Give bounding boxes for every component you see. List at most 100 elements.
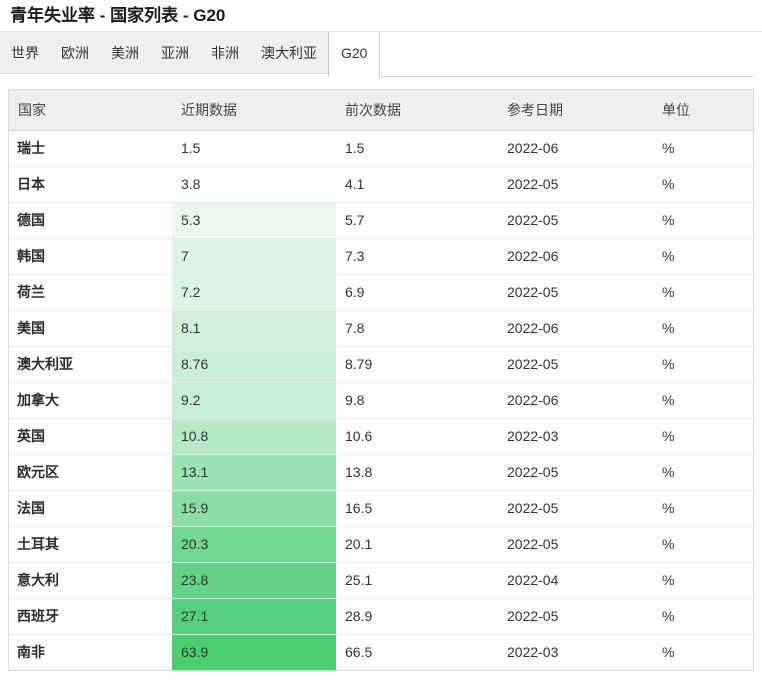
table-row: 荷兰 7.2 6.9 2022-05 % — [9, 273, 753, 310]
latest-value-cell: 1.5 — [181, 140, 201, 156]
previous-value-cell: 4.1 — [336, 165, 498, 202]
reference-date-cell: 2022-05 — [498, 345, 653, 382]
unit-cell: % — [653, 489, 753, 526]
unit-cell: % — [653, 597, 753, 634]
country-cell: 土耳其 — [9, 525, 172, 562]
column-header-unit: 单位 — [653, 90, 753, 131]
unit-cell: % — [653, 273, 753, 310]
previous-value-cell: 10.6 — [336, 417, 498, 454]
previous-value-cell: 25.1 — [336, 561, 498, 598]
unit-cell: % — [653, 525, 753, 562]
latest-value-cell: 7.2 — [172, 273, 336, 310]
previous-value-cell: 28.9 — [336, 597, 498, 634]
unit-cell: % — [653, 165, 753, 202]
previous-value-cell: 1.5 — [345, 140, 365, 156]
tab-g20[interactable]: G20 — [328, 32, 381, 77]
tab-africa[interactable]: 非洲 — [200, 32, 250, 73]
table-row: 澳大利亚 8.76 8.79 2022-05 % — [9, 345, 753, 382]
table-row: 南非 63.9 66.5 2022-03 % — [9, 633, 753, 670]
latest-value-cell: 10.8 — [172, 417, 336, 454]
reference-date-cell: 2022-03 — [498, 417, 653, 454]
tab-europe[interactable]: 欧洲 — [50, 32, 100, 73]
previous-value-cell: 7.3 — [336, 237, 498, 274]
column-header-date: 参考日期 — [498, 90, 653, 131]
unit-cell: % — [653, 633, 753, 670]
country-cell: 法国 — [9, 489, 172, 526]
previous-value-cell: 9.8 — [336, 381, 498, 418]
country-cell: 欧元区 — [9, 453, 172, 490]
unit-cell: % — [662, 140, 675, 156]
tab-bar-filler — [380, 32, 754, 77]
latest-value-cell: 27.1 — [172, 597, 336, 634]
tab-bar: 世界 欧洲 美洲 亚洲 非洲 澳大利亚 G20 — [0, 31, 762, 77]
reference-date-cell: 2022-05 — [498, 453, 653, 490]
column-header-previous: 前次数据 — [336, 90, 498, 131]
table-row: 西班牙 27.1 28.9 2022-05 % — [9, 597, 753, 634]
previous-value-cell: 66.5 — [336, 633, 498, 670]
tab-group: 世界 欧洲 美洲 亚洲 非洲 澳大利亚 — [0, 32, 328, 74]
table-row: 英国 10.8 10.6 2022-03 % — [9, 417, 753, 454]
reference-date-cell: 2022-06 — [507, 140, 559, 156]
latest-value-cell: 3.8 — [172, 165, 336, 202]
unit-cell: % — [653, 237, 753, 274]
country-cell: 美国 — [9, 309, 172, 346]
tab-americas[interactable]: 美洲 — [100, 32, 150, 73]
country-cell: 德国 — [9, 201, 172, 238]
reference-date-cell: 2022-05 — [498, 525, 653, 562]
reference-date-cell: 2022-04 — [498, 561, 653, 598]
column-header-country: 国家 — [9, 90, 172, 131]
table-row: 瑞士 1.5 1.5 2022-06 % — [9, 130, 753, 166]
country-cell: 加拿大 — [9, 381, 172, 418]
previous-value-cell: 8.79 — [336, 345, 498, 382]
country-cell: 南非 — [9, 633, 172, 670]
country-cell: 西班牙 — [9, 597, 172, 634]
table-row: 意大利 23.8 25.1 2022-04 % — [9, 561, 753, 598]
latest-value-cell: 8.1 — [172, 309, 336, 346]
reference-date-cell: 2022-06 — [498, 309, 653, 346]
table-body: 瑞士 1.5 1.5 2022-06 % 日本 3.8 4.1 2022-05 … — [9, 130, 753, 670]
reference-date-cell: 2022-05 — [498, 489, 653, 526]
previous-value-cell: 7.8 — [336, 309, 498, 346]
latest-value-cell: 13.1 — [172, 453, 336, 490]
previous-value-cell: 5.7 — [336, 201, 498, 238]
reference-date-cell: 2022-03 — [498, 633, 653, 670]
table-header: 国家 近期数据 前次数据 参考日期 单位 — [9, 90, 753, 131]
latest-value-cell: 8.76 — [172, 345, 336, 382]
country-cell: 瑞士 — [17, 140, 45, 156]
reference-date-cell: 2022-06 — [498, 381, 653, 418]
table-row: 土耳其 20.3 20.1 2022-05 % — [9, 525, 753, 562]
unit-cell: % — [653, 345, 753, 382]
countries-table: 国家 近期数据 前次数据 参考日期 单位 瑞士 1.5 1.5 2022-06 … — [8, 89, 754, 671]
table-row: 加拿大 9.2 9.8 2022-06 % — [9, 381, 753, 418]
latest-value-cell: 15.9 — [172, 489, 336, 526]
previous-value-cell: 20.1 — [336, 525, 498, 562]
tab-asia[interactable]: 亚洲 — [150, 32, 200, 73]
unit-cell: % — [653, 309, 753, 346]
reference-date-cell: 2022-06 — [498, 237, 653, 274]
country-cell: 英国 — [9, 417, 172, 454]
table-row: 欧元区 13.1 13.8 2022-05 % — [9, 453, 753, 490]
previous-value-cell: 16.5 — [336, 489, 498, 526]
tab-australia[interactable]: 澳大利亚 — [250, 32, 328, 73]
tab-world[interactable]: 世界 — [0, 32, 50, 73]
previous-value-cell: 6.9 — [336, 273, 498, 310]
country-cell: 澳大利亚 — [9, 345, 172, 382]
table-row: 日本 3.8 4.1 2022-05 % — [9, 165, 753, 202]
latest-value-cell: 9.2 — [172, 381, 336, 418]
table-row: 韩国 7 7.3 2022-06 % — [9, 237, 753, 274]
latest-value-cell: 63.9 — [172, 633, 336, 670]
column-header-latest: 近期数据 — [172, 90, 336, 131]
table-row: 德国 5.3 5.7 2022-05 % — [9, 201, 753, 238]
unit-cell: % — [653, 381, 753, 418]
unit-cell: % — [653, 453, 753, 490]
unit-cell: % — [653, 201, 753, 238]
page-title: 青年失业率 - 国家列表 - G20 — [10, 6, 226, 25]
table-row: 美国 8.1 7.8 2022-06 % — [9, 309, 753, 346]
country-cell: 韩国 — [9, 237, 172, 274]
latest-value-cell: 20.3 — [172, 525, 336, 562]
reference-date-cell: 2022-05 — [498, 273, 653, 310]
country-cell: 日本 — [9, 165, 172, 202]
latest-value-cell: 7 — [172, 237, 336, 274]
reference-date-cell: 2022-05 — [498, 597, 653, 634]
country-cell: 意大利 — [9, 561, 172, 598]
